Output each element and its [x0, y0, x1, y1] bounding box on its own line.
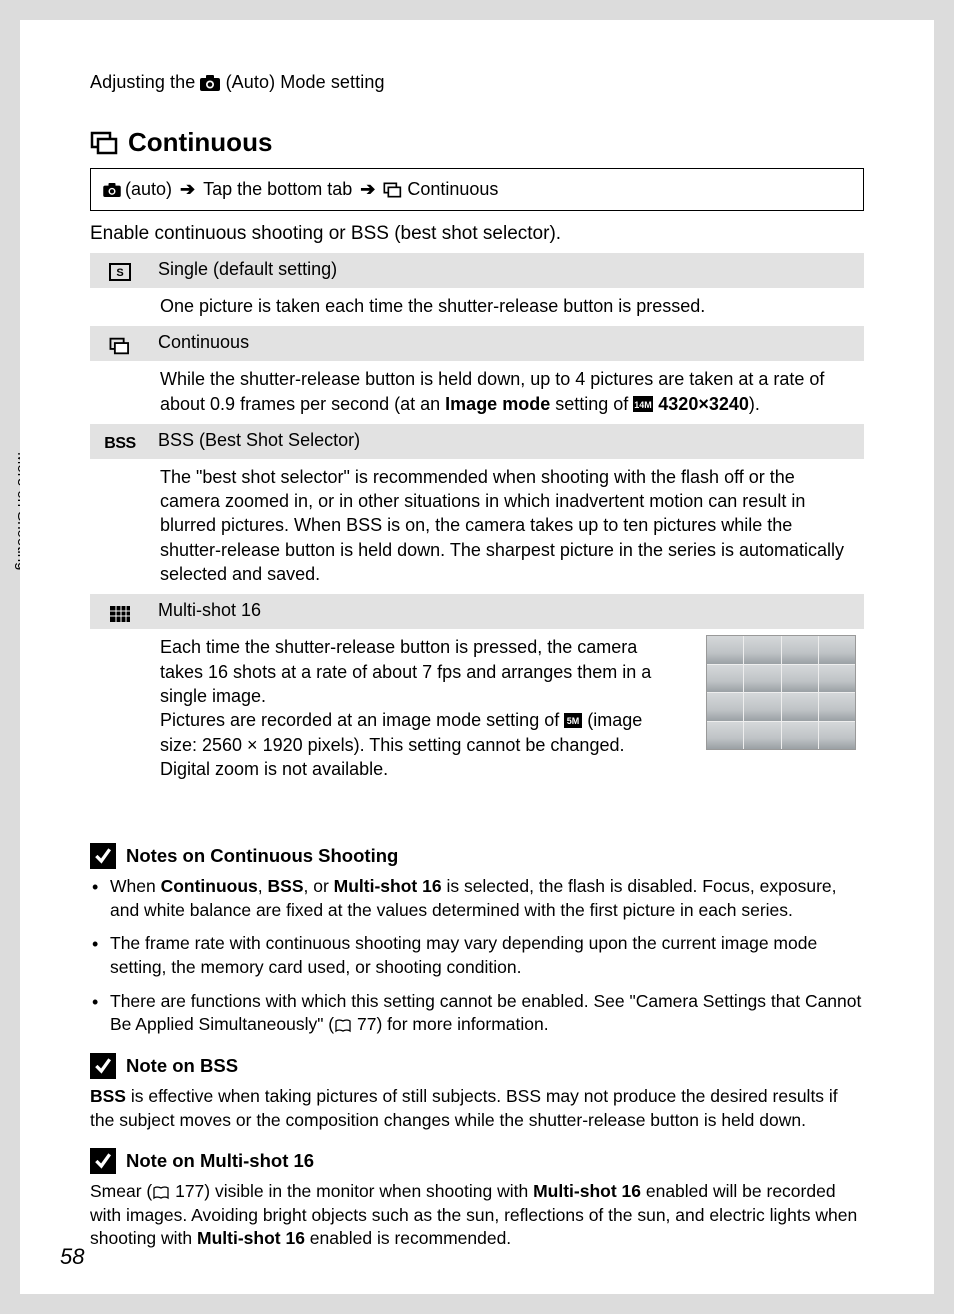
camera-icon: [200, 75, 220, 91]
text: enabled is recommended.: [305, 1228, 511, 1248]
text-bold: Continuous: [161, 876, 258, 896]
section-title: Continuous: [90, 127, 864, 158]
text-bold: BSS: [90, 1086, 126, 1106]
breadcrumb-step1: (auto): [125, 179, 172, 200]
5m-icon: 5M: [564, 713, 582, 728]
text-bold: Multi-shot 16: [533, 1181, 641, 1201]
svg-text:S: S: [116, 267, 123, 279]
checkmark-icon: [90, 1148, 116, 1174]
note-heading-text: Note on Multi-shot 16: [126, 1150, 314, 1172]
option-multishot-label: Multi-shot 16: [150, 594, 864, 629]
note-body: BSS is effective when taking pictures of…: [90, 1085, 864, 1132]
text: 77) for more information.: [352, 1014, 548, 1034]
svg-text:5M: 5M: [567, 716, 580, 726]
note-body: Smear ( 177) visible in the monitor when…: [90, 1180, 864, 1251]
bss-icon: BSS: [104, 435, 135, 452]
breadcrumb-step2: Tap the bottom tab: [203, 179, 352, 200]
camera-icon: [103, 183, 121, 197]
breadcrumb: (auto) ➔ Tap the bottom tab ➔ Continuous: [90, 168, 864, 211]
note-item: There are functions with which this sett…: [90, 990, 864, 1037]
note-heading-text: Note on BSS: [126, 1055, 238, 1077]
note-multishot: Note on Multi-shot 16 Smear ( 177) visib…: [90, 1148, 864, 1251]
text: ,: [258, 876, 268, 896]
header-prefix: Adjusting the: [90, 72, 200, 92]
header-suffix: (Auto) Mode setting: [220, 72, 384, 92]
single-icon: S: [109, 263, 131, 281]
text-bold: 4320×3240: [658, 394, 749, 414]
note-item: The frame rate with continuous shooting …: [90, 932, 864, 979]
option-bss-label: BSS (Best Shot Selector): [150, 424, 864, 459]
page-header: Adjusting the (Auto) Mode setting: [90, 72, 864, 93]
14m-icon: 14M: [633, 396, 653, 412]
text-bold: Multi-shot 16: [334, 876, 442, 896]
checkmark-icon: [90, 843, 116, 869]
option-continuous-header: Continuous: [90, 326, 864, 361]
text: Each time the shutter-release button is …: [160, 635, 676, 708]
checkmark-icon: [90, 1053, 116, 1079]
svg-text:14M: 14M: [635, 400, 653, 410]
text: ).: [749, 394, 760, 414]
options-table: S Single (default setting) One picture i…: [90, 253, 864, 789]
text: Digital zoom is not available.: [160, 757, 676, 781]
continuous-icon: [90, 131, 120, 155]
option-single-label: Single (default setting): [150, 253, 864, 288]
note-continuous: Notes on Continuous Shooting When Contin…: [90, 843, 864, 1037]
arrow-icon: ➔: [360, 179, 375, 200]
note-item: When Continuous, BSS, or Multi-shot 16 i…: [90, 875, 864, 922]
text: Smear (: [90, 1181, 152, 1201]
book-icon: [152, 1186, 170, 1200]
page: Adjusting the (Auto) Mode setting Contin…: [20, 20, 934, 1294]
text: Pictures are recorded at an image mode s…: [160, 710, 564, 730]
book-icon: [334, 1019, 352, 1033]
note-heading-text: Notes on Continuous Shooting: [126, 845, 398, 867]
option-continuous-label: Continuous: [150, 326, 864, 361]
text: , or: [304, 876, 334, 896]
arrow-icon: ➔: [180, 179, 195, 200]
multishot-sample-image: [706, 635, 856, 750]
continuous-icon: [109, 337, 131, 355]
text: setting of: [550, 394, 633, 414]
option-bss-header: BSS BSS (Best Shot Selector): [90, 424, 864, 459]
text-bold: Multi-shot 16: [197, 1228, 305, 1248]
text: Pictures are recorded at an image mode s…: [160, 708, 676, 757]
text: 177) visible in the monitor when shootin…: [170, 1181, 533, 1201]
option-single-header: S Single (default setting): [90, 253, 864, 288]
continuous-icon: [383, 182, 403, 198]
text-bold: Image mode: [445, 394, 550, 414]
option-multishot-header: Multi-shot 16: [90, 594, 864, 629]
option-bss-desc: The "best shot selector" is recommended …: [90, 459, 864, 594]
page-number: 58: [60, 1244, 84, 1270]
intro-text: Enable continuous shooting or BSS (best …: [90, 223, 864, 245]
breadcrumb-step3: Continuous: [407, 179, 498, 200]
option-multishot-desc: Each time the shutter-release button is …: [90, 629, 864, 789]
option-continuous-desc: While the shutter-release button is held…: [90, 361, 864, 424]
section-title-text: Continuous: [128, 127, 272, 158]
text: When: [110, 876, 161, 896]
option-single-desc: One picture is taken each time the shutt…: [90, 288, 864, 326]
multishot-icon: [109, 605, 131, 623]
text-bold: BSS: [268, 876, 304, 896]
note-bss: Note on BSS BSS is effective when taking…: [90, 1053, 864, 1132]
text: is effective when taking pictures of sti…: [90, 1086, 838, 1130]
